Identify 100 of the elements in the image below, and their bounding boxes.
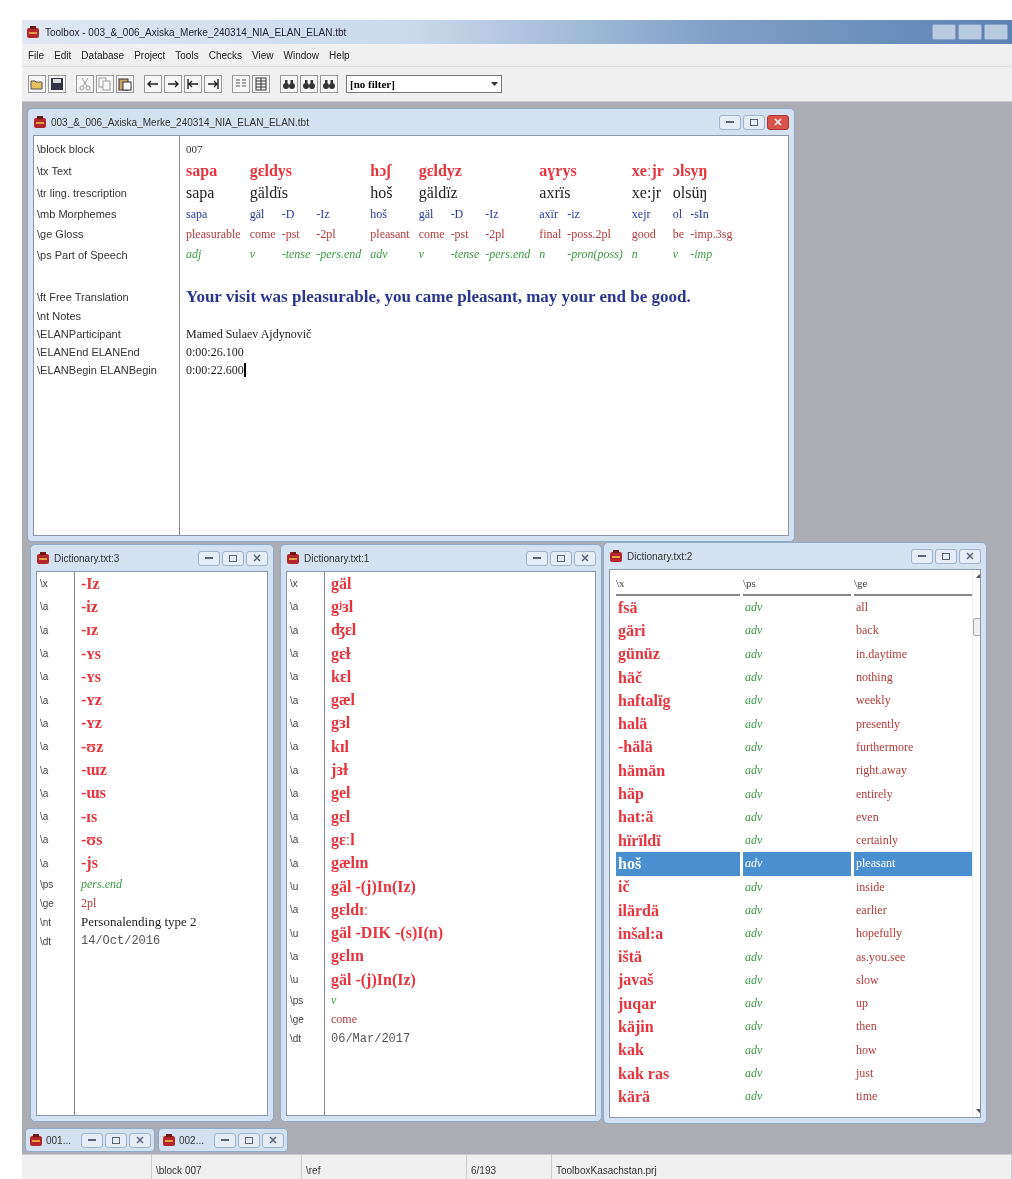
gloss-cell[interactable]: right.away xyxy=(854,759,972,783)
part-of-speech: v xyxy=(331,993,337,1009)
headword-cell[interactable]: kak ras xyxy=(616,1061,740,1086)
arrow-left-button[interactable] xyxy=(144,75,162,93)
part-of-speech-cell[interactable]: adv xyxy=(743,782,851,806)
column-header[interactable]: \ge xyxy=(854,572,972,596)
field-marker: \a xyxy=(40,624,49,636)
gloss-cell[interactable]: pleasant xyxy=(854,852,972,876)
part-of-speech-cell[interactable]: adv xyxy=(743,735,851,760)
part-of-speech-cell[interactable]: adv xyxy=(743,1015,851,1039)
copy-button[interactable] xyxy=(96,75,114,93)
part-of-speech-cell[interactable]: adv xyxy=(743,922,851,946)
paste-button[interactable] xyxy=(116,75,134,93)
part-of-speech-cell[interactable]: adv xyxy=(743,898,851,923)
part-of-speech-cell[interactable]: adv xyxy=(743,875,851,899)
part-of-speech-cell[interactable]: adv xyxy=(743,689,851,713)
field-marker: \ps xyxy=(290,995,304,1007)
menu-item[interactable]: Edit xyxy=(50,47,76,63)
gloss: -2pl xyxy=(485,226,505,242)
part-of-speech-cell[interactable]: adv xyxy=(743,992,851,1016)
minimized-window[interactable]: 001... xyxy=(25,1128,155,1152)
gloss-cell[interactable]: hopefully xyxy=(854,922,972,946)
window-title: Dictionary.txt:2 xyxy=(627,550,693,562)
grid-button[interactable] xyxy=(252,75,270,93)
headword-cell[interactable]: hïrïldï xyxy=(616,828,740,853)
gloss-cell[interactable]: in.daytime xyxy=(854,642,972,666)
menu-item[interactable]: Help xyxy=(325,47,354,63)
headword-cell[interactable]: gäri xyxy=(616,619,740,643)
headword-cell[interactable]: kärä xyxy=(616,1085,740,1109)
find-button[interactable] xyxy=(280,75,298,93)
last-record-button[interactable] xyxy=(204,75,222,93)
menu-item[interactable]: File xyxy=(24,47,49,63)
part-of-speech-cell[interactable]: adv xyxy=(743,1038,851,1062)
headword-cell[interactable]: kak xyxy=(616,1038,740,1062)
gloss-cell[interactable]: as.you.see xyxy=(854,945,972,969)
headword-cell[interactable]: haftalïg xyxy=(616,689,740,713)
gloss-cell[interactable]: furthermore xyxy=(854,735,972,760)
part-of-speech-cell[interactable]: adv xyxy=(743,642,851,666)
gloss-cell[interactable]: entirely xyxy=(854,782,972,806)
headword-cell[interactable]: ič xyxy=(616,875,740,899)
headword-cell[interactable]: hoš xyxy=(616,852,740,876)
column-header[interactable]: \ps xyxy=(743,572,851,596)
save-button[interactable] xyxy=(48,75,66,93)
gloss-cell[interactable]: certainly xyxy=(854,828,972,853)
menu-item[interactable]: Project xyxy=(130,47,170,63)
gloss-cell[interactable]: inside xyxy=(854,875,972,899)
gloss-cell[interactable]: just xyxy=(854,1061,972,1086)
gloss-cell[interactable]: time xyxy=(854,1085,972,1109)
headword-cell[interactable]: häp xyxy=(616,782,740,806)
cut-button[interactable] xyxy=(76,75,94,93)
part-of-speech-cell[interactable]: adv xyxy=(743,852,851,876)
columns-button[interactable] xyxy=(232,75,250,93)
part-of-speech-cell[interactable]: adv xyxy=(743,712,851,736)
part-of-speech-cell[interactable]: adv xyxy=(743,1085,851,1109)
part-of-speech-cell[interactable]: adv xyxy=(743,828,851,853)
morpheme: -D xyxy=(450,206,464,222)
part-of-speech-cell[interactable]: adv xyxy=(743,619,851,643)
headword-cell[interactable]: häč xyxy=(616,665,740,690)
part-of-speech-cell[interactable]: adv xyxy=(743,945,851,969)
first-record-button[interactable] xyxy=(184,75,202,93)
part-of-speech-cell[interactable]: adv xyxy=(743,968,851,993)
headword-cell[interactable]: käjin xyxy=(616,1015,740,1039)
headword-cell[interactable]: inšal:a xyxy=(616,922,740,946)
menu-item[interactable]: Checks xyxy=(204,47,246,63)
headword-cell[interactable]: fsä xyxy=(616,596,740,620)
gloss-cell[interactable]: even xyxy=(854,805,972,829)
find-previous-button[interactable] xyxy=(320,75,338,93)
gloss-cell[interactable]: earlier xyxy=(854,898,972,923)
gloss-cell[interactable]: all xyxy=(854,596,972,620)
headword-cell[interactable]: ilärdä xyxy=(616,898,740,923)
menu-item[interactable]: Tools xyxy=(171,47,203,63)
gloss-cell[interactable]: nothing xyxy=(854,665,972,690)
part-of-speech-cell[interactable]: adv xyxy=(743,805,851,829)
filter-dropdown[interactable]: [no filter] xyxy=(346,75,502,93)
headword-cell[interactable]: juqar xyxy=(616,992,740,1016)
part-of-speech-cell[interactable]: adv xyxy=(743,1061,851,1086)
gloss-cell[interactable]: how xyxy=(854,1038,972,1062)
menu-item[interactable]: Window xyxy=(279,47,324,63)
minimized-window[interactable]: 002... xyxy=(158,1128,288,1152)
gloss-cell[interactable]: up xyxy=(854,992,972,1016)
menu-item[interactable]: Database xyxy=(77,47,129,63)
headword-cell[interactable]: ištä xyxy=(616,945,740,969)
gloss-cell[interactable]: back xyxy=(854,619,972,643)
headword-cell[interactable]: hat:ä xyxy=(616,805,740,829)
headword-cell[interactable]: -hälä xyxy=(616,735,740,760)
headword-cell[interactable]: halä xyxy=(616,712,740,736)
part-of-speech-cell[interactable]: adv xyxy=(743,665,851,690)
find-next-button[interactable] xyxy=(300,75,318,93)
headword-cell[interactable]: günüz xyxy=(616,642,740,666)
column-header[interactable]: \x xyxy=(616,572,740,596)
gloss-cell[interactable]: slow xyxy=(854,968,972,993)
gloss-cell[interactable]: presently xyxy=(854,712,972,736)
gloss-cell[interactable]: weekly xyxy=(854,689,972,713)
menu-item[interactable]: View xyxy=(248,47,278,63)
headword-cell[interactable]: javaš xyxy=(616,968,740,993)
part-of-speech-cell[interactable]: adv xyxy=(743,759,851,783)
part-of-speech-cell[interactable]: adv xyxy=(743,596,851,620)
arrow-right-button[interactable] xyxy=(164,75,182,93)
headword-cell[interactable]: hämän xyxy=(616,759,740,783)
gloss-cell[interactable]: then xyxy=(854,1015,972,1039)
